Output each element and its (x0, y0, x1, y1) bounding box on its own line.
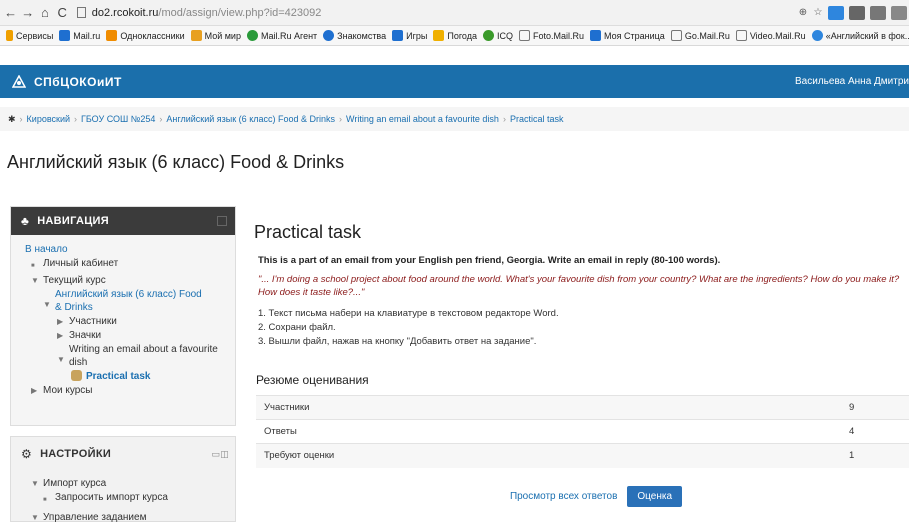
expanded-icon[interactable]: ▼ (31, 477, 43, 490)
extension-icon[interactable] (870, 5, 886, 20)
bookmark-item[interactable]: Mail.ru (59, 30, 100, 41)
table-row: Ответы 4 (256, 419, 909, 444)
settings-block: ⚙ НАСТРОЙКИ ▭◫ ▼ Импорт курса ■ Запросить … (10, 436, 236, 522)
bookmark-item[interactable]: Foto.Mail.Ru (519, 30, 584, 41)
settings-title: НАСТРОЙКИ (40, 448, 112, 460)
task-step: 3. Вышли файл, нажав на кнопку "Добавить… (258, 336, 537, 347)
navigation-title: НАВИГАЦИЯ (37, 215, 109, 227)
breadcrumb-item[interactable]: Кировский (27, 114, 70, 124)
bookmark-item[interactable]: Погода (433, 30, 477, 41)
task-step: 2. Сохрани файл. (258, 322, 336, 333)
site-header: СПбЦОКОиИТ Васильева Анна Дмитри (0, 65, 909, 98)
settings-request-import[interactable]: Запросить импорт курса (55, 491, 168, 507)
site-name: СПбЦОКОиИТ (34, 74, 122, 89)
page-icon (76, 7, 86, 18)
table-row: Участники 9 (256, 395, 909, 420)
bookmark-item[interactable]: Mail.Ru Агент (246, 30, 317, 41)
breadcrumb-item[interactable]: ГБОУ СОШ №254 (81, 114, 155, 124)
expanded-icon[interactable]: ▼ (31, 511, 43, 522)
home-icon[interactable]: ✱ (8, 114, 16, 125)
nav-current-page[interactable]: Practical task (86, 370, 151, 383)
settings-header: ⚙ НАСТРОЙКИ ▭◫ (11, 437, 235, 471)
bookmark-item[interactable]: «Английский в фок... (811, 30, 909, 41)
bookmark-item[interactable]: Go.Mail.Ru (670, 30, 730, 41)
row-value: 1 (849, 443, 909, 468)
row-label: Требуют оценки (256, 443, 849, 468)
grading-summary-title: Резюме оценивания (256, 373, 369, 387)
home-icon[interactable]: ⌂ (38, 5, 51, 20)
task-title: Practical task (254, 222, 362, 242)
bookmark-item[interactable]: Одноклассники (106, 30, 185, 41)
assignment-icon (71, 370, 82, 381)
bullet-icon: ■ (43, 497, 47, 503)
expanded-icon[interactable]: ▼ (31, 274, 43, 287)
breadcrumb-item[interactable]: Writing an email about a favourite dish (346, 114, 499, 124)
bookmarks-bar: Сервисы Mail.ru Одноклассники Мой мир Ma… (0, 26, 909, 46)
bookmark-item[interactable]: ICQ (482, 30, 513, 41)
url-path: /mod/assign/view.php?id=423092 (158, 6, 322, 19)
url-domain: do2.rcokoit.ru (91, 6, 159, 19)
user-menu[interactable]: Васильева Анна Дмитри (795, 76, 909, 87)
grading-actions: Просмотр всех ответов Оценка (243, 486, 909, 507)
logo-icon (12, 74, 26, 88)
forward-icon[interactable]: → (21, 5, 34, 20)
collapsed-icon[interactable]: ▶ (57, 329, 69, 342)
nav-dashboard[interactable]: Личный кабинет (43, 257, 118, 273)
sitemap-icon: ♣ (21, 214, 30, 228)
bookmark-item[interactable]: Мой мир (190, 30, 241, 41)
grade-button[interactable]: Оценка (627, 486, 683, 507)
navigation-block: ♣ НАВИГАЦИЯ В начало ■ Личный кабинет ▼ Те… (10, 206, 236, 426)
nav-my-courses[interactable]: Мои курсы (43, 384, 93, 397)
navigation-header: ♣ НАВИГАЦИЯ (11, 207, 235, 235)
task-quote: "... I'm doing a school project about fo… (258, 274, 900, 298)
settings-import[interactable]: Импорт курса (43, 477, 106, 490)
nav-participants[interactable]: Участники (69, 315, 117, 328)
row-value: 9 (849, 395, 909, 420)
row-label: Ответы (256, 419, 849, 444)
view-all-submissions-link[interactable]: Просмотр всех ответов (510, 491, 617, 502)
grading-summary-table: Участники 9 Ответы 4 Требуют оценки 1 (256, 395, 909, 468)
main-content: Practical task This is a part of an emai… (243, 206, 909, 522)
task-intro: This is a part of an email from your Eng… (258, 255, 721, 266)
task-steps: 1. Текст письма набери на клавиатуре в т… (258, 307, 559, 349)
collapsed-icon[interactable]: ▶ (31, 384, 43, 397)
breadcrumb: ✱ › Кировский › ГБОУ СОШ №254 › Английск… (0, 107, 909, 131)
task-step: 1. Текст письма набери на клавиатуре в т… (258, 308, 559, 319)
nav-course[interactable]: Английский язык (6 класс) Food & Drinks (55, 288, 205, 314)
block-controls-icon[interactable]: ▭◫ (211, 449, 229, 460)
breadcrumb-item[interactable]: Английский язык (6 класс) Food & Drinks (166, 114, 335, 124)
row-label: Участники (256, 395, 849, 420)
nav-current-course[interactable]: Текущий курс (43, 274, 106, 287)
bookmark-item[interactable]: Игры (392, 30, 427, 41)
row-value: 4 (849, 419, 909, 444)
bookmark-item[interactable]: Моя Страница (590, 30, 665, 41)
nav-topic[interactable]: Writing an email about a favourite dish (69, 343, 219, 369)
extension-icon[interactable] (891, 5, 907, 20)
expanded-icon[interactable]: ▼ (57, 343, 69, 369)
extension-icon[interactable] (828, 5, 844, 20)
address-bar[interactable]: do2.rcokoit.ru/mod/assign/view.php?id=42… (76, 4, 793, 22)
bookmark-item[interactable]: Video.Mail.Ru (735, 30, 806, 41)
extension-icon[interactable] (849, 5, 865, 20)
extension-icons: ⊕ ☆ (793, 5, 907, 20)
bullet-icon: ■ (31, 263, 35, 269)
bookmark-item[interactable]: Сервисы (6, 30, 53, 41)
back-icon[interactable]: ← (4, 5, 17, 20)
nav-home[interactable]: В начало (25, 243, 68, 256)
bookmark-item[interactable]: Знакомства (323, 30, 386, 41)
nav-badges[interactable]: Значки (69, 329, 101, 342)
star-icon[interactable]: ☆ (813, 6, 823, 20)
reload-icon[interactable]: C (56, 5, 69, 20)
settings-manage[interactable]: Управление заданием (43, 511, 146, 522)
expanded-icon[interactable]: ▼ (43, 288, 55, 314)
block-dock-icon[interactable] (217, 216, 227, 226)
table-row: Требуют оценки 1 (256, 443, 909, 468)
breadcrumb-item[interactable]: Practical task (510, 114, 564, 124)
browser-toolbar: ← → ⌂ C do2.rcokoit.ru/mod/assign/view.p… (0, 0, 909, 26)
collapsed-icon[interactable]: ▶ (57, 315, 69, 328)
site-logo[interactable]: СПбЦОКОиИТ (12, 74, 122, 89)
page-title: Английский язык (6 класс) Food & Drinks (7, 152, 345, 172)
gear-icon: ⚙ (21, 447, 33, 461)
translate-icon[interactable]: ⊕ (798, 6, 808, 20)
